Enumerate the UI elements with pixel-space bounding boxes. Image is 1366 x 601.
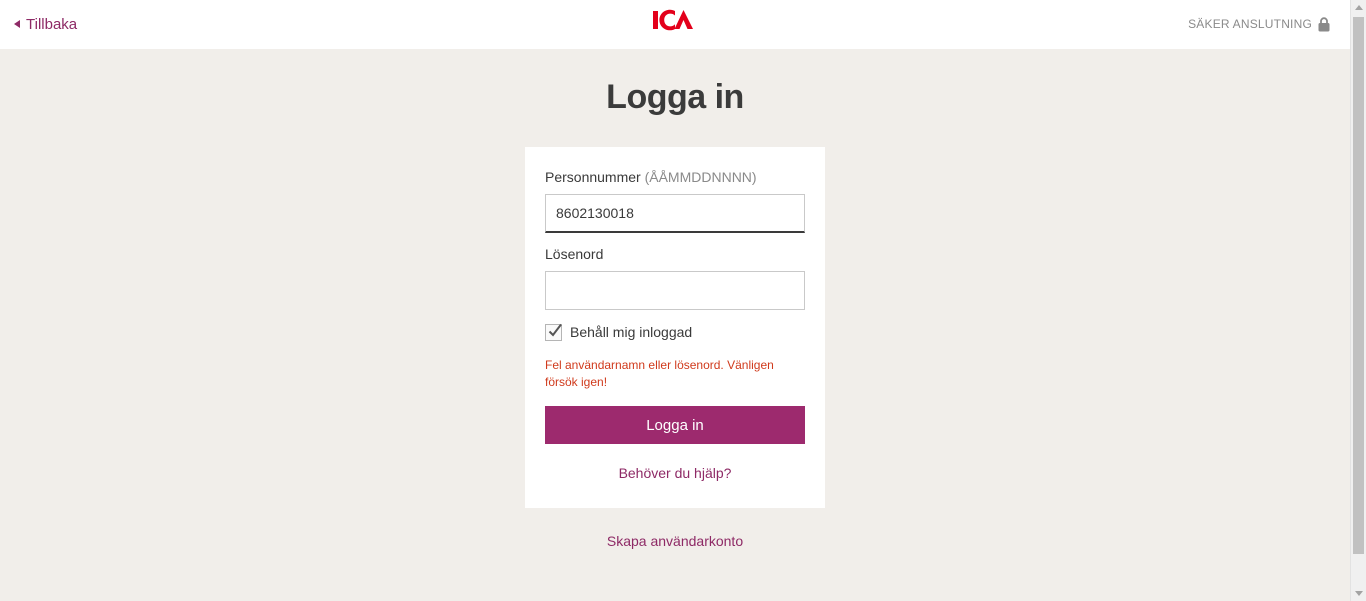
login-card: Personnummer (ÅÅMMDDNNNN) Lösenord Behål… xyxy=(525,147,825,508)
header: Tillbaka SÄKER ANSLUTNING xyxy=(0,0,1350,49)
personnummer-label: Personnummer (ÅÅMMDDNNNN) xyxy=(545,169,757,185)
ica-logo[interactable] xyxy=(652,9,694,31)
ica-logo-graphic xyxy=(653,9,693,31)
remember-me-checkbox[interactable]: Behåll mig inloggad xyxy=(545,322,692,342)
secure-connection-label: SÄKER ANSLUTNING xyxy=(1188,17,1312,31)
login-button[interactable]: Logga in xyxy=(545,406,805,444)
page: Tillbaka SÄKER ANSLUTNING Logga in Perso… xyxy=(0,0,1350,601)
scroll-up-icon[interactable] xyxy=(1355,5,1363,10)
secure-connection: SÄKER ANSLUTNING xyxy=(1188,15,1330,33)
back-link-label: Tillbaka xyxy=(26,15,78,33)
error-message: Fel användarnamn eller lösenord. Vänlige… xyxy=(545,358,774,389)
remember-me-box[interactable] xyxy=(545,323,562,341)
password-input[interactable] xyxy=(545,271,805,310)
page-title: Logga in xyxy=(606,78,744,116)
personnummer-label-text: Personnummer xyxy=(545,169,641,185)
scroll-down-icon[interactable] xyxy=(1355,591,1363,596)
back-caret-icon xyxy=(14,20,20,28)
remember-me-label: Behåll mig inloggad xyxy=(570,324,693,340)
create-account-link[interactable]: Skapa användarkonto xyxy=(525,533,825,549)
scroll-thumb[interactable] xyxy=(1353,17,1364,554)
personnummer-hint: (ÅÅMMDDNNNN) xyxy=(644,169,757,185)
back-link[interactable]: Tillbaka xyxy=(14,14,77,34)
lock-icon xyxy=(1318,16,1330,31)
checkmark-icon xyxy=(548,323,562,337)
personnummer-input[interactable] xyxy=(545,194,805,233)
help-link[interactable]: Behöver du hjälp? xyxy=(525,465,825,481)
password-label: Lösenord xyxy=(545,246,604,262)
vertical-scrollbar[interactable] xyxy=(1350,0,1366,601)
